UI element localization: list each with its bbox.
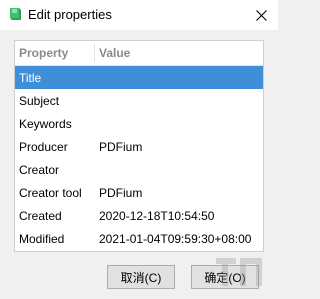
table-row-keywords[interactable]: Keywords	[15, 112, 263, 135]
property-value[interactable]: 2021-01-04T09:59:30+08:00	[99, 232, 251, 246]
close-button[interactable]	[244, 0, 278, 30]
property-value[interactable]: 2020-12-18T10:54:50	[99, 209, 214, 223]
property-name: Producer	[19, 140, 68, 154]
table-row-modified[interactable]: Modified 2021-01-04T09:59:30+08:00	[15, 227, 263, 250]
table-row-creator-tool[interactable]: Creator tool PDFium	[15, 181, 263, 204]
cancel-button[interactable]: 取消(C)	[107, 265, 175, 289]
column-header-property[interactable]: Property	[19, 46, 68, 60]
property-value[interactable]: PDFium	[99, 140, 142, 154]
table-row-subject[interactable]: Subject	[15, 89, 263, 112]
title-bar: Edit properties	[0, 0, 278, 30]
property-value[interactable]: PDFium	[99, 186, 142, 200]
property-name: Modified	[19, 232, 65, 246]
column-divider[interactable]	[94, 44, 95, 62]
property-name: Title	[19, 71, 42, 85]
property-name: Creator tool	[19, 186, 82, 200]
table-row-created[interactable]: Created 2020-12-18T10:54:50	[15, 204, 263, 227]
table-row-title[interactable]: Title	[15, 66, 263, 89]
close-icon	[255, 9, 267, 21]
properties-table[interactable]: Property Value Title Subject Keywords Pr…	[14, 40, 264, 252]
green-book-icon	[10, 8, 21, 20]
property-name: Created	[19, 209, 62, 223]
table-header: Property Value	[15, 41, 263, 66]
window-title: Edit properties	[28, 7, 112, 22]
table-row-creator[interactable]: Creator	[15, 158, 263, 181]
property-name: Creator	[19, 163, 60, 177]
column-header-value[interactable]: Value	[99, 46, 130, 60]
property-name: Subject	[19, 94, 60, 108]
table-row-producer[interactable]: Producer PDFium	[15, 135, 263, 158]
watermark-logo-icon	[216, 258, 262, 286]
property-name: Keywords	[19, 117, 72, 131]
